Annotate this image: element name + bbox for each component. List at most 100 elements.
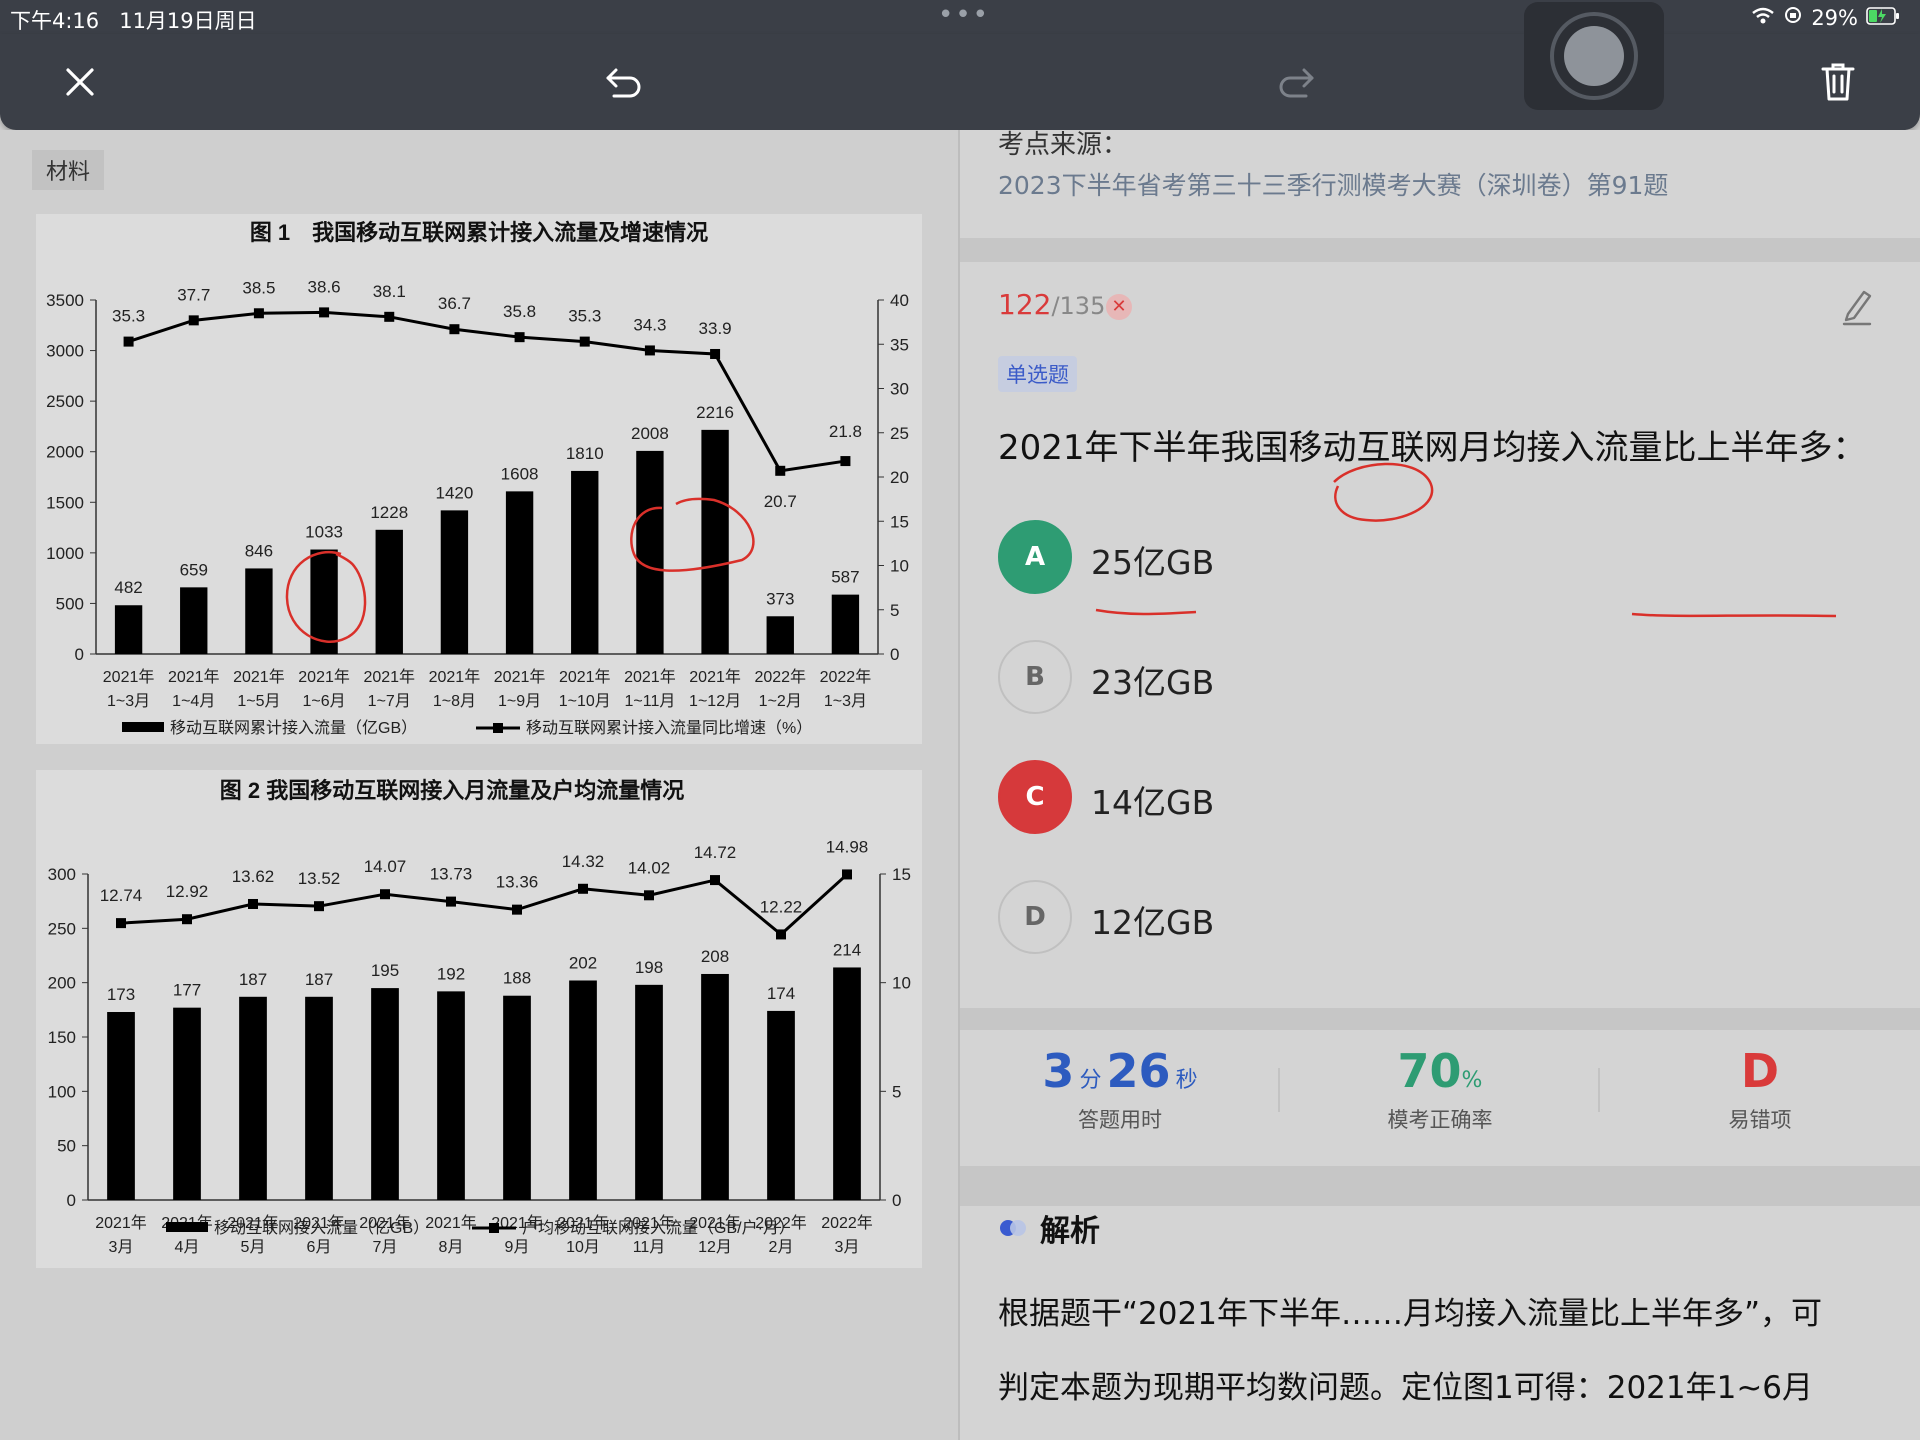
bar [305, 996, 333, 1200]
bar-value-label: 202 [569, 953, 597, 972]
x-tick-label: 2021年 [689, 668, 741, 686]
bar [371, 988, 399, 1200]
x-tick-label: 1~2月 [759, 693, 802, 710]
x-tick-label: 2021年 [233, 668, 285, 686]
multitask-dots-icon[interactable]: ••• [938, 0, 990, 30]
line-value-label: 37.7 [177, 285, 210, 304]
y-tick-label-right: 10 [892, 974, 911, 993]
record-button[interactable] [1524, 2, 1664, 110]
option-text: 23亿GB [1091, 663, 1215, 702]
x-tick-label: 8月 [439, 1239, 464, 1256]
x-tick-label: 2021年 [559, 668, 611, 686]
bar-value-label: 2008 [631, 424, 669, 443]
y-tick-label-right: 20 [890, 468, 909, 487]
x-tick-label: 7月 [373, 1239, 398, 1256]
bar [114, 605, 143, 654]
y-tick-label-left: 0 [75, 645, 84, 664]
x-tick-label: 9月 [505, 1239, 530, 1256]
bar-value-label: 482 [114, 578, 142, 597]
option-text: 14亿GB [1091, 783, 1215, 822]
x-tick-label: 1~12月 [689, 693, 741, 710]
analysis-text-line: 判定本题为现期平均数问题。定位图1可得：2021年1~6月 [998, 1370, 1814, 1406]
line-value-label: 14.72 [694, 843, 737, 862]
x-tick-label: 4月 [175, 1239, 200, 1256]
undo-icon[interactable] [596, 54, 652, 110]
record-dot-icon [1564, 26, 1624, 86]
x-tick-label: 1~7月 [368, 693, 411, 710]
bar [766, 616, 794, 654]
x-tick-label: 3月 [835, 1239, 860, 1256]
line-value-label: 35.3 [568, 307, 601, 326]
line-point [514, 332, 525, 343]
bar-value-label: 2216 [696, 403, 734, 422]
option-d[interactable]: D 12亿GB [998, 880, 1858, 956]
y-tick-label-right: 5 [892, 1082, 901, 1101]
bar [701, 973, 729, 1200]
bar [440, 510, 469, 654]
line-value-label: 35.3 [112, 307, 145, 326]
bar [571, 470, 599, 654]
x-tick-label: 1~11月 [624, 693, 675, 710]
edit-icon[interactable] [1840, 286, 1874, 330]
option-a[interactable]: A 25亿GB [998, 520, 1858, 596]
y-tick-label-right: 0 [892, 1191, 901, 1210]
legend-bar-swatch [166, 1222, 208, 1232]
bar [636, 450, 664, 654]
x-tick-label: 2022年 [820, 668, 872, 686]
underline-annotation-2 [1631, 612, 1837, 618]
y-tick-label-right: 35 [890, 335, 909, 354]
source-text: 2023下半年省考第三十三季行测模考大赛（深圳卷）第91题 [998, 171, 1669, 200]
bar-value-label: 192 [437, 964, 465, 983]
section-separator [960, 1008, 1920, 1030]
x-tick-label: 1~9月 [498, 693, 541, 710]
bar [833, 967, 861, 1200]
bar [503, 995, 531, 1200]
redo-icon[interactable] [1268, 54, 1324, 110]
option-c[interactable]: C 14亿GB [998, 760, 1858, 836]
bar-value-label: 177 [173, 981, 201, 1000]
material-panel: 材料 图 1 我国移动互联网累计接入流量及增速情况 0 500 1000 1500 20… [0, 130, 958, 1440]
status-right: 29% [1751, 5, 1900, 30]
y-tick-label-left: 150 [48, 1028, 76, 1047]
question-type-badge: 单选题 [998, 356, 1077, 392]
x-tick-label: 2月 [769, 1239, 794, 1256]
wifi-icon [1751, 6, 1775, 30]
x-tick-label: 2021年 [95, 1214, 147, 1232]
option-text: 25亿GB [1091, 543, 1215, 582]
analysis-text-line: 根据题干“2021年下半年……月均接入流量比上半年多”，可 [998, 1296, 1823, 1332]
close-icon[interactable] [52, 54, 108, 110]
y-tick-label-left: 50 [57, 1137, 76, 1156]
y-tick-label-right: 25 [890, 424, 909, 443]
option-b[interactable]: B 23亿GB [998, 640, 1858, 716]
bar-value-label: 1228 [370, 503, 408, 522]
line-value-label: 38.1 [373, 282, 406, 301]
x-tick-label: 2021年 [425, 1214, 477, 1232]
line-value-label: 14.07 [364, 857, 407, 876]
x-tick-label: 2021年 [298, 668, 350, 686]
legend-line-marker [493, 723, 503, 733]
line-point [116, 918, 126, 929]
line-value-label: 12.92 [166, 882, 209, 901]
question-panel: 考点来源： 2023下半年省考第三十三季行测模考大赛（深圳卷）第91题 122/… [960, 130, 1920, 1440]
bar-value-label: 214 [833, 940, 861, 959]
x-tick-label: 2021年 [429, 668, 481, 686]
bar [569, 980, 597, 1200]
bar [437, 991, 465, 1200]
x-tick-label: 2021年 [363, 668, 415, 686]
x-tick-label: 1~10月 [559, 693, 611, 710]
line-point [384, 311, 395, 322]
battery-icon [1866, 6, 1900, 30]
y-tick-label-right: 15 [892, 865, 911, 884]
bar-value-label: 173 [107, 985, 135, 1004]
trash-icon[interactable] [1810, 54, 1866, 110]
line-point [314, 901, 324, 912]
bar-value-label: 188 [503, 969, 531, 988]
series-line [120, 873, 849, 937]
line-point [449, 324, 460, 335]
y-tick-label-left: 3000 [46, 342, 84, 361]
bar [701, 429, 729, 654]
line-point [776, 929, 786, 940]
line-point [710, 875, 720, 886]
bar [375, 529, 403, 654]
line-value-label: 35.8 [503, 302, 536, 321]
